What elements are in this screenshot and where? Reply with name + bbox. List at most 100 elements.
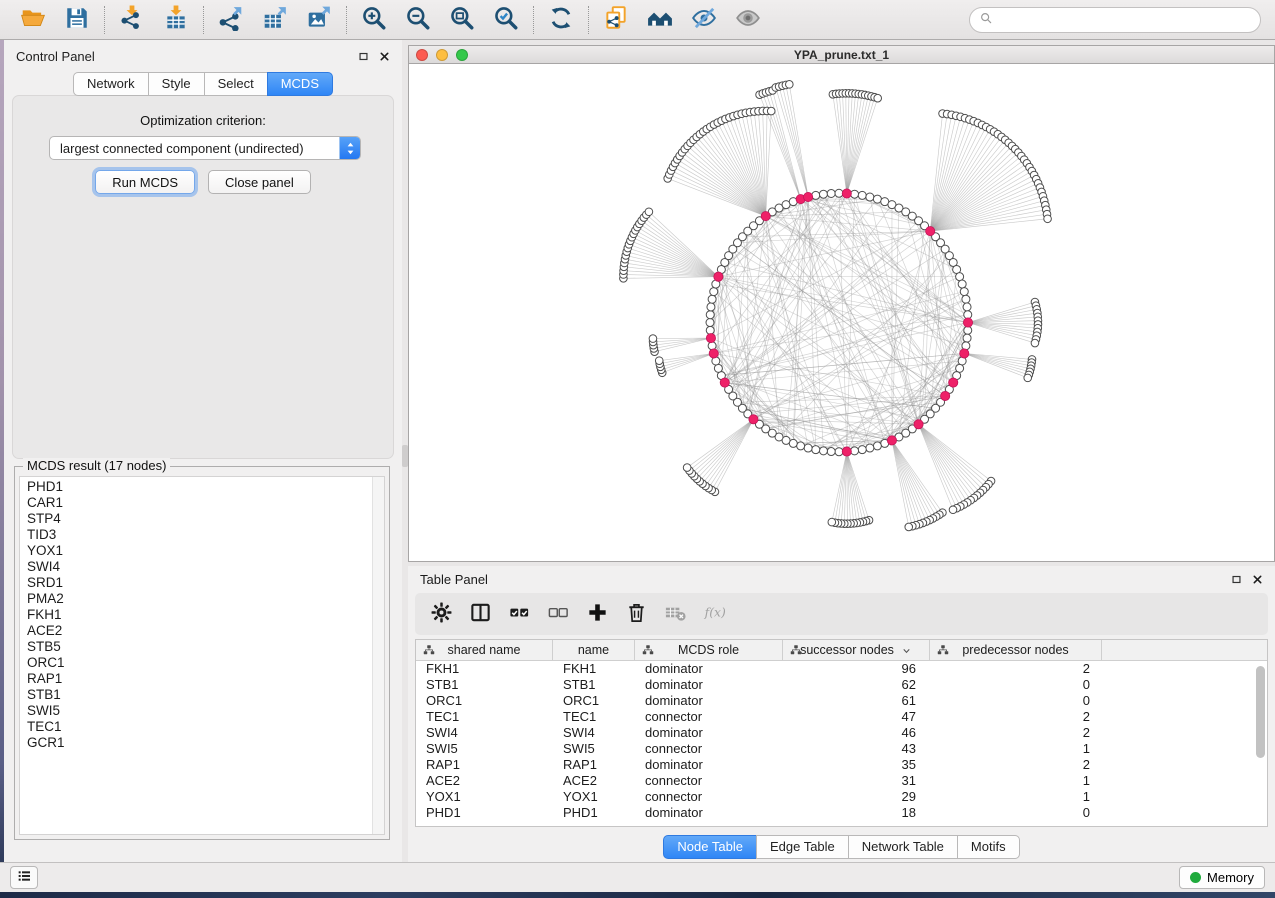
graph-node[interactable]: [649, 335, 657, 343]
save-session-button[interactable]: [59, 4, 95, 36]
graph-node[interactable]: [812, 446, 820, 454]
mcds-result-item[interactable]: TID3: [27, 527, 372, 543]
criterion-select[interactable]: largest connected component (undirected): [49, 136, 361, 160]
graph-mcds-node[interactable]: [709, 349, 718, 358]
copy-network-button[interactable]: [598, 4, 634, 36]
mcds-result-item[interactable]: PHD1: [27, 479, 372, 495]
tab-motifs[interactable]: Motifs: [957, 835, 1020, 859]
tab-edge-table[interactable]: Edge Table: [756, 835, 849, 859]
mcds-result-item[interactable]: SWI4: [27, 559, 372, 575]
graph-node[interactable]: [866, 444, 874, 452]
export-image-button[interactable]: [301, 4, 337, 36]
delete-column-button[interactable]: [620, 598, 652, 630]
table-row[interactable]: ACE2ACE2connector311: [416, 773, 1267, 789]
network-window-titlebar[interactable]: YPA_prune.txt_1: [408, 45, 1275, 64]
graph-node[interactable]: [958, 280, 966, 288]
graph-node[interactable]: [827, 448, 835, 456]
tab-network[interactable]: Network: [73, 72, 149, 96]
first-neighbors-button[interactable]: [642, 4, 678, 36]
graph-node[interactable]: [858, 191, 866, 199]
graph-node[interactable]: [706, 311, 714, 319]
graph-mcds-node[interactable]: [761, 212, 770, 221]
close-panel-button[interactable]: Close panel: [208, 170, 311, 194]
mcds-result-item[interactable]: TEC1: [27, 719, 372, 735]
graph-node[interactable]: [905, 523, 913, 531]
table-row[interactable]: RAP1RAP1dominator352: [416, 757, 1267, 773]
export-table-button[interactable]: [257, 4, 293, 36]
show-all-button[interactable]: [730, 4, 766, 36]
graph-node[interactable]: [1044, 215, 1052, 223]
zoom-in-button[interactable]: [356, 4, 392, 36]
graph-node[interactable]: [828, 518, 836, 526]
table-row[interactable]: TEC1TEC1connector472: [416, 709, 1267, 725]
graph-node[interactable]: [962, 295, 970, 303]
close-table-panel-icon[interactable]: [1252, 574, 1263, 585]
graph-node[interactable]: [949, 506, 957, 514]
mcds-result-item[interactable]: STP4: [27, 511, 372, 527]
graph-node[interactable]: [819, 447, 827, 455]
graph-node[interactable]: [786, 81, 794, 89]
table-options-button[interactable]: [425, 598, 457, 630]
mcds-result-item[interactable]: YOX1: [27, 543, 372, 559]
mcds-result-item[interactable]: CAR1: [27, 495, 372, 511]
mcds-result-item[interactable]: PMA2: [27, 591, 372, 607]
zoom-out-button[interactable]: [400, 4, 436, 36]
zoom-selected-button[interactable]: [488, 4, 524, 36]
mcds-result-item[interactable]: FKH1: [27, 607, 372, 623]
graph-mcds-node[interactable]: [914, 420, 923, 429]
table-row[interactable]: FKH1FKH1dominator962: [416, 661, 1267, 677]
task-history-button[interactable]: [10, 866, 38, 889]
table-scrollbar[interactable]: [1255, 664, 1266, 824]
graph-node[interactable]: [873, 195, 881, 203]
table-row[interactable]: SWI4SWI4dominator462: [416, 725, 1267, 741]
mcds-result-item[interactable]: GCR1: [27, 735, 372, 751]
graph-mcds-node[interactable]: [960, 349, 969, 358]
graph-mcds-node[interactable]: [842, 189, 851, 198]
graph-node[interactable]: [710, 288, 718, 296]
table-row[interactable]: YOX1YOX1connector291: [416, 789, 1267, 805]
graph-mcds-node[interactable]: [941, 391, 950, 400]
zoom-fit-button[interactable]: [444, 4, 480, 36]
mcds-result-item[interactable]: ORC1: [27, 655, 372, 671]
float-table-panel-icon[interactable]: [1231, 574, 1242, 585]
graph-node[interactable]: [956, 273, 964, 281]
graph-mcds-node[interactable]: [720, 378, 729, 387]
table-row[interactable]: SWI5SWI5connector431: [416, 741, 1267, 757]
graph-mcds-node[interactable]: [949, 378, 958, 387]
add-column-button[interactable]: [581, 598, 613, 630]
graph-node[interactable]: [655, 357, 663, 365]
mcds-result-item[interactable]: RAP1: [27, 671, 372, 687]
tab-mcds[interactable]: MCDS: [267, 72, 333, 96]
deselect-all-columns-button[interactable]: [542, 598, 574, 630]
graph-node[interactable]: [767, 107, 775, 115]
column-header-successor-nodes[interactable]: successor nodes: [783, 640, 930, 660]
graph-mcds-node[interactable]: [749, 415, 758, 424]
graph-node[interactable]: [714, 364, 722, 372]
float-panel-icon[interactable]: [358, 51, 369, 62]
column-header-MCDS-role[interactable]: MCDS role: [635, 640, 783, 660]
graph-node[interactable]: [707, 303, 715, 311]
graph-node[interactable]: [1031, 339, 1039, 347]
mcds-list-scrollbar[interactable]: [372, 477, 384, 834]
graph-mcds-node[interactable]: [887, 436, 896, 445]
graph-node[interactable]: [706, 326, 714, 334]
graph-node[interactable]: [1024, 374, 1032, 382]
import-network-button[interactable]: [114, 4, 150, 36]
import-table-button[interactable]: [158, 4, 194, 36]
mcds-result-item[interactable]: STB1: [27, 687, 372, 703]
table-row[interactable]: STB1STB1dominator620: [416, 677, 1267, 693]
toggle-panel-button[interactable]: [464, 598, 496, 630]
refresh-view-button[interactable]: [543, 4, 579, 36]
open-file-button[interactable]: [15, 4, 51, 36]
graph-node[interactable]: [708, 295, 716, 303]
tab-select[interactable]: Select: [204, 72, 268, 96]
graph-node[interactable]: [819, 190, 827, 198]
graph-node[interactable]: [851, 190, 859, 198]
network-graph[interactable]: [409, 64, 1274, 561]
graph-mcds-node[interactable]: [926, 227, 935, 236]
table-scrollbar-thumb[interactable]: [1256, 666, 1265, 758]
graph-node[interactable]: [683, 464, 691, 472]
graph-node[interactable]: [866, 193, 874, 201]
graph-mcds-node[interactable]: [706, 333, 715, 342]
column-header-predecessor-nodes[interactable]: predecessor nodes: [930, 640, 1102, 660]
